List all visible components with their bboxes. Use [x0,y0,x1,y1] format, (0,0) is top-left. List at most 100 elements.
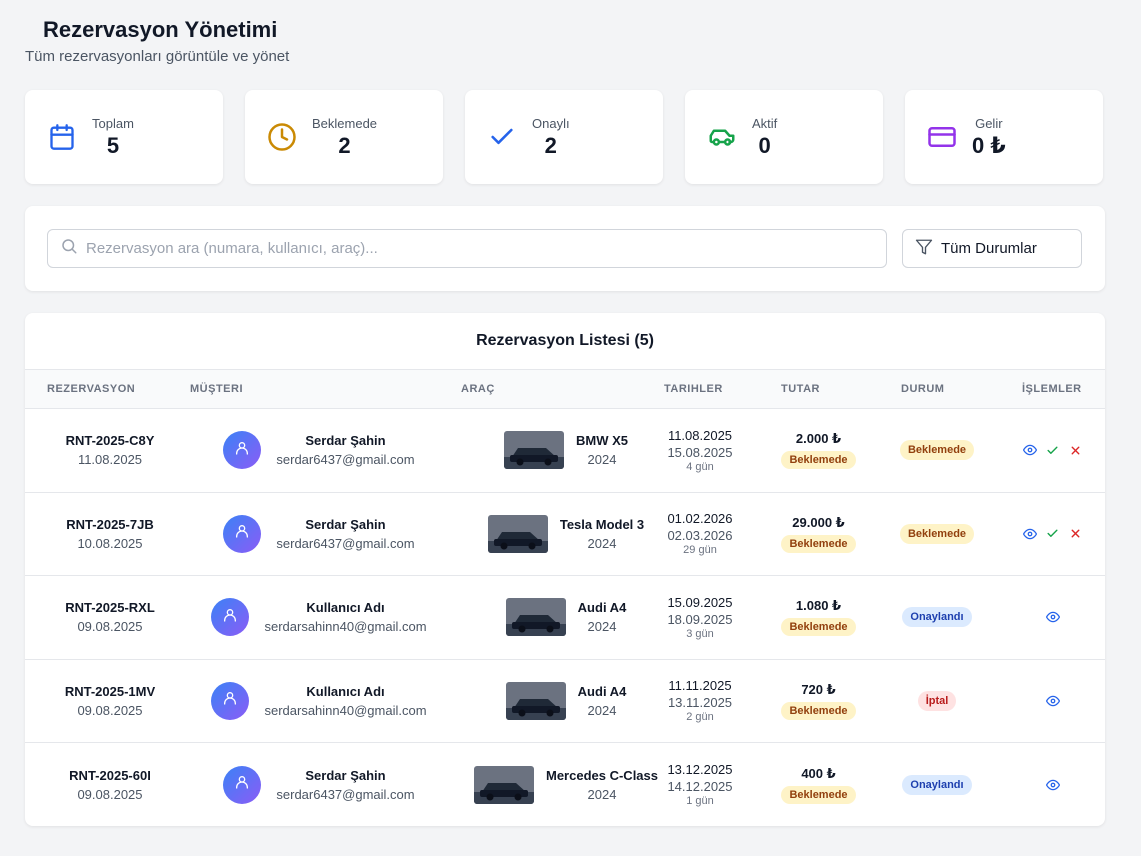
user-icon [234,774,250,795]
search-icon [60,237,78,260]
reservation-number: RNT-2025-60I [69,767,151,783]
customer-name: Serdar Şahin [305,767,386,783]
end-date: 18.09.2025 [667,611,733,627]
reservation-date: 09.08.2025 [77,786,143,802]
row-actions [1000,409,1105,492]
stat-card-revenue: Gelir 0 ₺ [905,90,1103,184]
table-row: RNT-2025-C8Y 11.08.2025 Serdar Şahin ser… [25,409,1105,493]
row-actions [1000,660,1105,743]
column-header: TUTAR [781,383,820,395]
end-date: 14.12.2025 [667,779,733,795]
user-icon [222,690,238,711]
status-badge: Onaylandı [902,774,972,795]
car-image [474,765,534,804]
start-date: 11.11.2025 [668,678,732,694]
stat-card-pending: Beklemede 2 [245,90,443,184]
approve-button[interactable] [1046,527,1060,541]
car-year: 2024 [587,702,617,718]
start-date: 01.02.2026 [667,511,733,527]
table-row: RNT-2025-60I 09.08.2025 Serdar Şahin ser… [25,743,1105,826]
car-model: BMW X5 [576,433,628,449]
status-badge: Beklemede [899,523,975,544]
rental-days: 1 gün [686,795,714,808]
end-date: 13.11.2025 [667,695,733,711]
payment-status-badge: Beklemede [781,534,856,553]
view-button[interactable] [1045,778,1060,792]
car-icon [707,122,737,152]
view-button[interactable] [1045,610,1060,624]
reservation-date: 09.08.2025 [77,619,143,635]
payment-status-badge: Beklemede [781,618,856,637]
car-image [487,514,548,553]
status-filter-select[interactable]: Tüm Durumlar [902,229,1082,268]
reservation-number: RNT-2025-RXL [65,600,155,616]
rental-days: 2 gün [686,711,714,724]
amount: 1.080 ₺ [795,598,842,614]
customer-name: Serdar Şahin [305,433,386,449]
page-title: Rezervasyon Yönetimi [43,17,278,42]
payment-status-badge: Beklemede [781,785,856,804]
avatar [223,431,262,470]
check-icon [487,122,517,152]
page-subtitle: Tüm rezervasyonları görüntüle ve yönet [25,48,290,65]
amount: 400 ₺ [801,765,836,781]
stats-row: Toplam 5 Beklemede 2 Onaylı 2 Aktif 0 Ge… [25,90,1103,184]
start-date: 11.08.2025 [667,427,733,443]
column-header: MÜŞTERI [190,383,243,395]
row-actions [1000,743,1105,826]
car-year: 2024 [587,786,617,802]
column-header: ARAÇ [461,383,495,395]
status-badge: Onaylandı [902,607,972,628]
reservation-list: Rezervasyon Listesi (5) REZERVASYON MÜŞT… [25,313,1105,826]
reject-button[interactable] [1069,527,1083,541]
avatar [211,681,250,720]
car-year: 2024 [587,535,617,551]
status-badge: İptal [917,690,957,711]
avatar [223,765,262,804]
search-box[interactable] [47,229,887,268]
amount: 720 ₺ [801,681,836,697]
stat-label: Toplam [92,115,134,131]
customer-email: serdarsahinn40@gmail.com [264,619,427,635]
table-body: RNT-2025-C8Y 11.08.2025 Serdar Şahin ser… [25,409,1105,826]
car-year: 2024 [587,619,617,635]
approve-button[interactable] [1046,443,1060,457]
avatar [211,598,250,637]
car-year: 2024 [587,452,617,468]
rental-days: 29 gün [683,544,717,557]
stat-value: 2 [544,132,557,158]
start-date: 15.09.2025 [667,594,733,610]
search-input[interactable] [86,240,866,257]
user-icon [234,440,250,461]
filter-card: Tüm Durumlar [25,206,1105,291]
car-model: Audi A4 [577,600,627,616]
page-header: Rezervasyon Yönetimi Tüm rezervasyonları… [25,14,289,65]
customer-email: serdarsahinn40@gmail.com [264,702,427,718]
credit-card-icon [927,122,957,152]
customer-name: Serdar Şahin [305,516,386,532]
payment-status-badge: Beklemede [781,701,856,720]
filter-icon [915,238,933,260]
reservation-date: 11.08.2025 [77,452,143,468]
rental-days: 4 gün [686,460,714,473]
end-date: 02.03.2026 [667,528,733,544]
car-image [505,598,566,637]
calendar-icon [47,122,77,152]
car-image [505,681,566,720]
view-button[interactable] [1022,527,1037,541]
view-button[interactable] [1045,694,1060,708]
column-header: DURUM [901,383,945,395]
user-icon [222,607,238,628]
car-model: Tesla Model 3 [559,516,645,532]
stat-value: 5 [106,132,120,158]
row-actions [1000,493,1105,576]
column-header: TARIHLER [664,383,723,395]
reject-button[interactable] [1069,443,1083,457]
amount: 2.000 ₺ [795,431,842,447]
view-button[interactable] [1022,443,1037,457]
car-model: Audi A4 [577,683,627,699]
reservation-number: RNT-2025-7JB [66,516,154,532]
table-header: REZERVASYON MÜŞTERI ARAÇ TARIHLER TUTAR … [25,370,1105,409]
list-title: Rezervasyon Listesi (5) [25,313,1105,370]
stat-card-approved: Onaylı 2 [465,90,663,184]
